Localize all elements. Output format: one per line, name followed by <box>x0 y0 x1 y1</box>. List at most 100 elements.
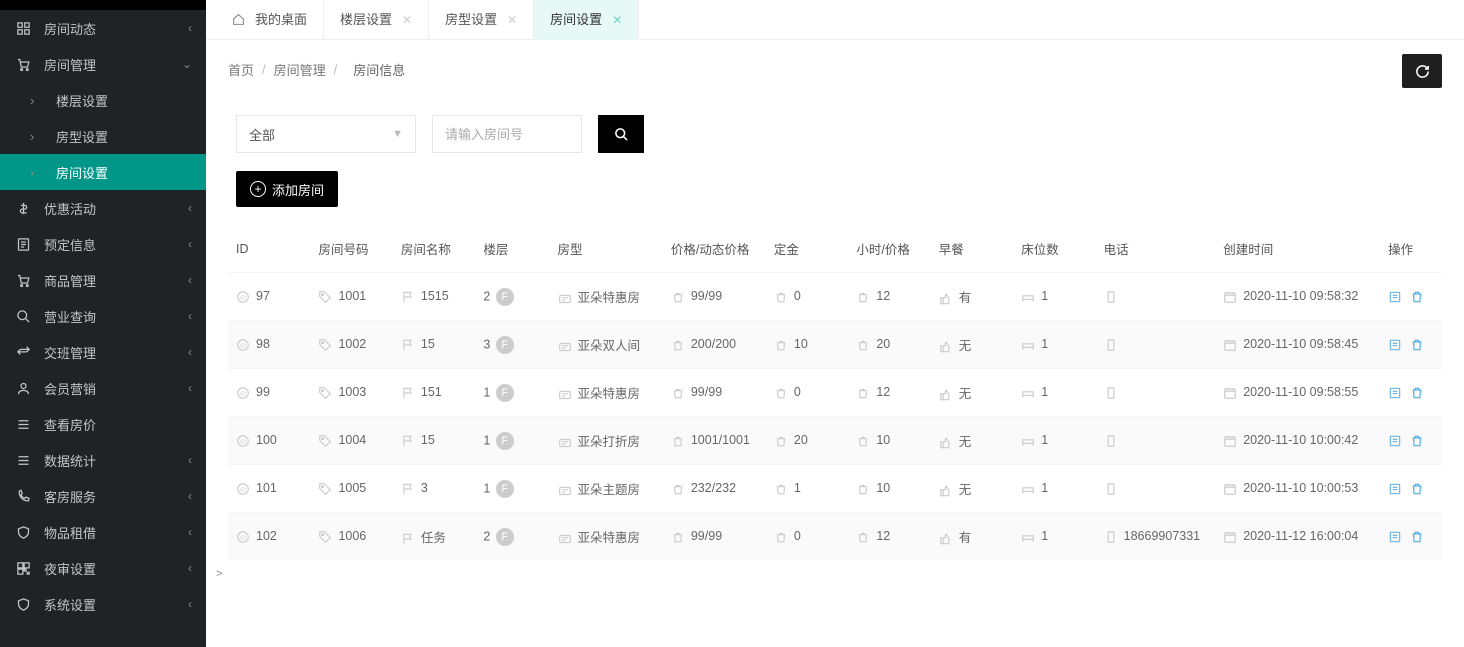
sidebar-item-label: 夜审设置 <box>44 559 96 578</box>
crumb-section[interactable]: 房间管理 <box>274 60 326 79</box>
cell-price: 1001/1001 <box>691 433 750 447</box>
sidebar-item-6[interactable]: 交班管理 ‹ <box>0 334 206 370</box>
cell-icon <box>671 338 685 352</box>
sidebar-item-11[interactable]: 物品租借 ‹ <box>0 514 206 550</box>
table-col-header: 小时/价格 <box>848 225 930 272</box>
cell-icon <box>1021 434 1035 448</box>
cell-icon <box>774 386 788 400</box>
tab-3[interactable]: 房间设置 ✕ <box>534 0 639 40</box>
edit-button[interactable] <box>1388 386 1402 400</box>
sidebar-item-label: 查看房价 <box>44 415 96 434</box>
sidebar-sub-1-1[interactable]: › 房型设置 <box>0 118 206 154</box>
floor-badge: F <box>496 384 514 402</box>
sidebar-item-3[interactable]: 预定信息 ‹ <box>0 226 206 262</box>
cell-icon <box>939 532 953 546</box>
room-number-input[interactable] <box>432 115 582 153</box>
sidebar: 房间动态 ‹ 房间管理 ⌄ › 楼层设置 › 房型设置 › 房间设置 优惠活动 … <box>0 0 206 647</box>
dollar-icon <box>14 201 32 216</box>
edit-button[interactable] <box>1388 530 1402 544</box>
sidebar-item-4[interactable]: 商品管理 ‹ <box>0 262 206 298</box>
cell-type: 亚朵特惠房 <box>578 531 641 545</box>
search-button[interactable] <box>598 115 644 153</box>
chevron-right-icon: › <box>30 129 46 144</box>
add-room-button[interactable]: + 添加房间 <box>236 171 338 207</box>
cell-icon <box>939 388 953 402</box>
sidebar-item-label: 物品租借 <box>44 523 96 542</box>
note-icon <box>14 237 32 252</box>
cell-icon <box>671 290 685 304</box>
edit-button[interactable] <box>1388 338 1402 352</box>
cell-room-no: 1005 <box>338 481 366 495</box>
cell-deposit: 0 <box>794 289 801 303</box>
delete-button[interactable] <box>1410 434 1424 448</box>
sidebar-item-0[interactable]: 房间动态 ‹ <box>0 10 206 46</box>
sidebar-item-2[interactable]: 优惠活动 ‹ <box>0 190 206 226</box>
sidebar-item-label: 交班管理 <box>44 343 96 362</box>
delete-button[interactable] <box>1410 290 1424 304</box>
sidebar-item-8[interactable]: 查看房价 <box>0 406 206 442</box>
cell-icon <box>401 482 415 496</box>
sidebar-item-13[interactable]: 系统设置 ‹ <box>0 586 206 622</box>
tab-1[interactable]: 楼层设置 ✕ <box>324 0 429 40</box>
list-icon <box>14 453 32 468</box>
sidebar-item-12[interactable]: 夜审设置 ‹ <box>0 550 206 586</box>
floor-badge: F <box>496 288 514 306</box>
tab-2[interactable]: 房型设置 ✕ <box>429 0 534 40</box>
delete-button[interactable] <box>1410 530 1424 544</box>
cell-hour: 10 <box>876 433 890 447</box>
cell-icon <box>856 530 870 544</box>
cell-icon <box>671 530 685 544</box>
table-col-header: 电话 <box>1096 225 1216 272</box>
edit-button[interactable] <box>1388 290 1402 304</box>
sidebar-sub-1-2[interactable]: › 房间设置 <box>0 154 206 190</box>
sidebar-item-9[interactable]: 数据统计 ‹ <box>0 442 206 478</box>
sidebar-item-5[interactable]: 营业查询 ‹ <box>0 298 206 334</box>
table-col-header: 床位数 <box>1013 225 1095 272</box>
cell-price: 99/99 <box>691 385 722 399</box>
sidebar-sub-1-0[interactable]: › 楼层设置 <box>0 82 206 118</box>
cell-hour: 12 <box>876 289 890 303</box>
cell-type: 亚朵主题房 <box>578 483 641 497</box>
cart-icon <box>14 273 32 288</box>
cell-beds: 1 <box>1041 337 1048 351</box>
refresh-button[interactable] <box>1402 54 1442 88</box>
delete-button[interactable] <box>1410 482 1424 496</box>
cell-icon <box>401 532 415 546</box>
chevron-right-icon: › <box>30 165 46 180</box>
cell-price: 99/99 <box>691 529 722 543</box>
select-value: 全部 <box>249 125 275 144</box>
cell-icon <box>558 532 572 546</box>
delete-button[interactable] <box>1410 338 1424 352</box>
cell-floor: 1 <box>483 481 490 495</box>
cell-hour: 20 <box>876 337 890 351</box>
delete-button[interactable] <box>1410 386 1424 400</box>
sidebar-item-7[interactable]: 会员营销 ‹ <box>0 370 206 406</box>
table-col-header: 操作 <box>1380 225 1442 272</box>
close-icon[interactable]: ✕ <box>402 0 412 40</box>
edit-button[interactable] <box>1388 434 1402 448</box>
table-col-header: 房间名称 <box>393 225 475 272</box>
table-col-header: 价格/动态价格 <box>663 225 766 272</box>
cell-id: 100 <box>256 433 277 447</box>
caret-down-icon: ▼ <box>392 128 403 140</box>
close-icon[interactable]: ✕ <box>507 0 517 40</box>
edit-button[interactable] <box>1388 482 1402 496</box>
cell-type: 亚朵特惠房 <box>578 387 641 401</box>
chevron-left-icon: ‹ <box>188 489 192 503</box>
sidebar-item-10[interactable]: 客房服务 ‹ <box>0 478 206 514</box>
chevron-left-icon: ‹ <box>188 561 192 575</box>
cell-floor: 1 <box>483 385 490 399</box>
cell-room-no: 1003 <box>338 385 366 399</box>
cell-icon <box>1021 290 1035 304</box>
tab-0[interactable]: 我的桌面 <box>216 0 324 40</box>
plus-icon: + <box>250 181 266 197</box>
close-icon[interactable]: ✕ <box>612 0 622 40</box>
cell-icon <box>856 290 870 304</box>
type-select[interactable]: 全部 ▼ <box>236 115 416 153</box>
cell-beds: 1 <box>1041 529 1048 543</box>
cell-icon <box>318 338 332 352</box>
crumb-home[interactable]: 首页 <box>228 60 254 79</box>
sidebar-item-1[interactable]: 房间管理 ⌄ <box>0 46 206 82</box>
cell-icon <box>671 386 685 400</box>
cell-floor: 3 <box>483 337 490 351</box>
